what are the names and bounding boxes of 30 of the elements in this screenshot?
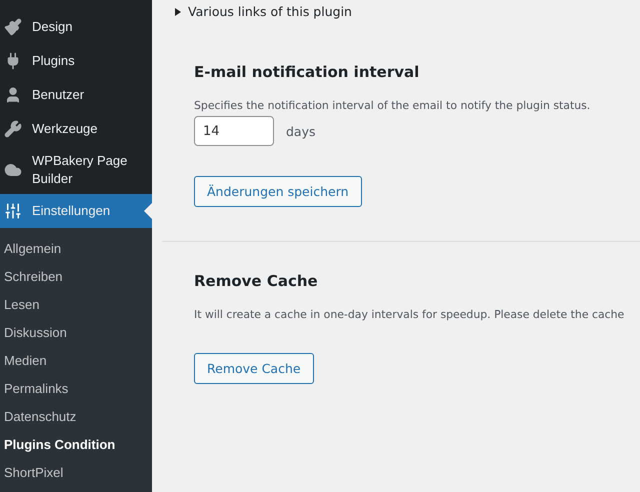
submenu-item[interactable]: Diskussion (0, 319, 152, 347)
submenu-item[interactable]: Permalinks (0, 375, 152, 403)
submenu-item[interactable]: Schreiben (0, 263, 152, 291)
menu-item[interactable]: Werkzeuge (0, 112, 152, 146)
menu-item[interactable]: Design (0, 10, 152, 44)
wrench-icon (4, 120, 22, 138)
submenu-item[interactable]: Lesen (0, 291, 152, 319)
menu-item[interactable]: WPBakery Page Builder (0, 146, 152, 194)
section-description: Specifies the notification interval of the email to notify the plugin status. (194, 99, 590, 112)
section-title: Remove Cache (194, 272, 318, 290)
submenu-item[interactable]: Datenschutz (0, 403, 152, 431)
menu-item[interactable]: Plugins (0, 44, 152, 78)
unit-label: days (286, 124, 316, 138)
interval-field[interactable]: 14 (194, 116, 274, 146)
submenu-item[interactable]: Plugins Condition (0, 431, 152, 459)
menu-item[interactable]: Benutzer (0, 78, 152, 112)
section-description: It will create a cache in one-day intervals for speedup. Please delete the cache (194, 308, 624, 321)
action-button[interactable]: Änderungen speichern (194, 176, 362, 207)
action-button[interactable]: Remove Cache (194, 353, 314, 384)
triangle-icon (174, 8, 182, 16)
menu-item[interactable]: Einstellungen (0, 194, 152, 228)
cloud-icon (4, 161, 22, 179)
links-toggle[interactable]: Various links of this plugin (174, 4, 640, 19)
brush-icon (4, 18, 22, 36)
user-icon (4, 86, 22, 104)
section-title: E-mail notification interval (194, 63, 420, 81)
submenu-item[interactable]: Allgemein (0, 235, 152, 263)
submenu-item[interactable]: Medien (0, 347, 152, 375)
sliders-icon (4, 202, 22, 220)
submenu-item[interactable]: ShortPixel (0, 459, 152, 487)
